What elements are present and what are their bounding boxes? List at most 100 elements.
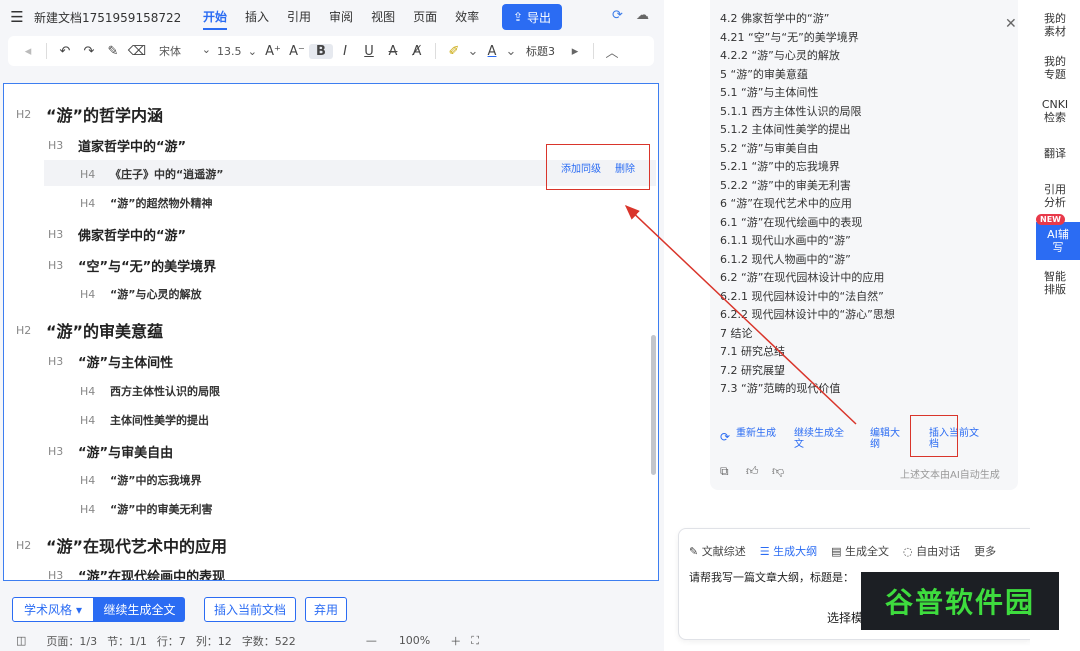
font-decrease-icon[interactable]: A⁻ — [285, 44, 309, 59]
insert-document-button[interactable]: 插入当前文档 — [204, 597, 296, 622]
sidebar-item-my-materials[interactable]: 我的素材 — [1030, 12, 1080, 38]
style-dropdown[interactable]: 学术风格 ▾ — [12, 597, 94, 622]
outline-row[interactable]: H3 “空”与“无”的美学境界 — [48, 256, 216, 275]
font-family-select[interactable]: 宋体 ⌄ — [149, 43, 217, 59]
eraser-icon[interactable]: ⌫ — [125, 44, 149, 59]
template-select[interactable]: 选择模 — [827, 609, 863, 626]
continue-full-button[interactable]: 继续生成全文 — [794, 428, 850, 450]
outline-row[interactable]: H3 “游”与审美自由 — [48, 442, 173, 461]
editor-scrollbar[interactable] — [651, 335, 656, 475]
copy-icon[interactable]: ⧉ — [720, 464, 729, 479]
outline-text[interactable]: “游”与审美自由 — [78, 442, 173, 461]
outline-text[interactable]: “游”的超然物外精神 — [110, 195, 212, 211]
outline-text[interactable]: “游”在现代绘画中的表现 — [78, 566, 225, 580]
continue-generate-button[interactable]: 继续生成全文 — [94, 597, 185, 622]
tab-generate-full[interactable]: ▤ 生成全文 — [831, 543, 889, 559]
undo-icon[interactable]: ↶ — [53, 44, 77, 59]
outline-text[interactable]: “游”与心灵的解放 — [110, 286, 201, 302]
chevron-down-icon[interactable]: ⌄ — [504, 44, 518, 59]
tab-literature-review[interactable]: ✎ 文献综述 — [689, 543, 746, 559]
delete-button[interactable]: 删除 — [615, 160, 635, 175]
edit-outline-button[interactable]: 编辑大纲 — [870, 428, 904, 450]
redo-icon[interactable]: ↷ — [77, 44, 101, 59]
tab-free-chat[interactable]: ◌ 自由对话 — [903, 543, 960, 559]
outline-text[interactable]: 主体间性美学的提出 — [110, 412, 209, 428]
font-color-icon[interactable]: A — [480, 44, 504, 59]
close-icon[interactable]: ✕ — [1005, 16, 1017, 32]
outline-text[interactable]: “空”与“无”的美学境界 — [78, 256, 216, 275]
chevron-down-icon[interactable]: ⌄ — [466, 44, 480, 59]
hamburger-menu-icon[interactable]: ☰ — [0, 8, 34, 26]
sidebar-item-cnki-search[interactable]: CNKI检索 — [1030, 98, 1080, 124]
outline-text[interactable]: “游”的审美意蕴 — [46, 318, 163, 342]
thumbs-up-icon[interactable]: 👍︎ — [746, 464, 759, 479]
more-right-icon[interactable]: ▸ — [563, 44, 587, 59]
outline-row[interactable]: H4 “游”中的忘我境界 — [80, 472, 201, 488]
outline-row[interactable]: H3 佛家哲学中的“游” — [48, 225, 186, 244]
outline-row[interactable]: H2 “游”的审美意蕴 — [16, 318, 163, 342]
font-increase-icon[interactable]: A⁺ — [261, 44, 285, 59]
outline-row[interactable]: H4 “游”中的审美无利害 — [80, 501, 212, 517]
outline-text[interactable]: 西方主体性认识的局限 — [110, 383, 220, 399]
tab-start[interactable]: 开始 — [194, 2, 236, 32]
outline-row[interactable]: H4 西方主体性认识的局限 — [80, 383, 220, 399]
outline-editor[interactable]: H2 “游”的哲学内涵 H3 道家哲学中的“游” H4 《庄子》中的“逍遥游” H4 “… — [3, 83, 659, 581]
sync-icon[interactable]: ⟳ — [612, 8, 623, 23]
collapse-up-icon[interactable]: ︿ — [600, 42, 624, 61]
underline-icon[interactable]: U — [357, 44, 381, 59]
outline-text[interactable]: “游”与主体间性 — [78, 352, 173, 371]
zoom-out-icon[interactable]: — — [366, 634, 377, 647]
thumbs-down-icon[interactable]: 👎︎ — [772, 464, 784, 479]
tab-efficiency[interactable]: 效率 — [446, 2, 488, 32]
bold-icon[interactable]: B — [309, 43, 333, 59]
chat-prompt-text[interactable]: 请帮我写一篇文章大纲，标题是： — [689, 569, 854, 585]
outline-row[interactable]: H2 “游”在现代艺术中的应用 — [16, 533, 227, 557]
outline-text[interactable]: “游”在现代艺术中的应用 — [46, 533, 227, 557]
highlight-icon[interactable]: ✐ — [442, 44, 466, 59]
outline-row[interactable]: H3 道家哲学中的“游” — [48, 136, 186, 155]
text-effect-icon[interactable]: A̸ — [405, 44, 429, 59]
zoom-level[interactable]: 100% — [399, 634, 430, 647]
regenerate-button[interactable]: 重新生成 — [736, 428, 776, 439]
heading-style-select[interactable]: 标题3 — [526, 43, 555, 59]
strikethrough-icon[interactable]: A — [381, 44, 405, 59]
refresh-icon[interactable]: ⟳ — [720, 431, 730, 443]
tab-reference[interactable]: 引用 — [278, 2, 320, 32]
outline-row[interactable]: H4 “游”的超然物外精神 — [80, 195, 212, 211]
document-title[interactable]: 新建文档1751959158722 — [34, 9, 194, 26]
sidebar-item-ai-writing[interactable]: AI辅写 — [1036, 222, 1080, 260]
italic-icon[interactable]: I — [333, 44, 357, 59]
outline-text[interactable]: 道家哲学中的“游” — [78, 136, 186, 155]
tab-generate-outline[interactable]: ☰ 生成大纲 — [760, 543, 817, 559]
outline-text[interactable]: “游”中的忘我境界 — [110, 472, 201, 488]
zoom-in-icon[interactable]: ＋ — [450, 633, 461, 649]
toggle-panel-icon[interactable]: ◫ — [16, 634, 26, 647]
outline-row[interactable]: H3 “游”在现代绘画中的表现 — [48, 566, 225, 580]
outline-text[interactable]: “游”的哲学内涵 — [46, 102, 163, 126]
outline-text[interactable]: 《庄子》中的“逍遥游” — [110, 166, 223, 182]
tab-view[interactable]: 视图 — [362, 2, 404, 32]
tab-insert[interactable]: 插入 — [236, 2, 278, 32]
outline-row[interactable]: H4 “游”与心灵的解放 — [80, 286, 201, 302]
outline-row[interactable]: H4 主体间性美学的提出 — [80, 412, 209, 428]
tab-more[interactable]: 更多 — [974, 543, 996, 559]
outline-text[interactable]: 佛家哲学中的“游” — [78, 225, 186, 244]
outline-row[interactable]: H2 “游”的哲学内涵 — [16, 102, 163, 126]
sidebar-item-my-topics[interactable]: 我的专题 — [1030, 55, 1080, 81]
discard-button[interactable]: 弃用 — [305, 597, 347, 622]
fit-page-icon[interactable]: ⛶ — [471, 634, 479, 648]
export-button[interactable]: ⇪ 导出 — [502, 4, 562, 30]
tab-review[interactable]: 审阅 — [320, 2, 362, 32]
outline-row[interactable]: H3 “游”与主体间性 — [48, 352, 173, 371]
add-sibling-button[interactable]: 添加同级 — [561, 160, 601, 175]
sidebar-item-citation-analysis[interactable]: 引用分析 — [1030, 183, 1080, 209]
outline-text[interactable]: “游”中的审美无利害 — [110, 501, 212, 517]
outline-row[interactable]: H4 《庄子》中的“逍遥游” — [80, 166, 223, 182]
sidebar-item-translate[interactable]: 翻译 — [1030, 147, 1080, 160]
format-painter-icon[interactable]: ✎ — [101, 44, 125, 59]
collapse-left-icon[interactable]: ◂ — [16, 44, 40, 59]
tab-page[interactable]: 页面 — [404, 2, 446, 32]
sidebar-item-smart-layout[interactable]: 智能排版 — [1030, 270, 1080, 296]
cloud-check-icon[interactable]: ☁ — [636, 8, 649, 23]
font-size-select[interactable]: 13.5 ⌄ — [217, 45, 261, 58]
